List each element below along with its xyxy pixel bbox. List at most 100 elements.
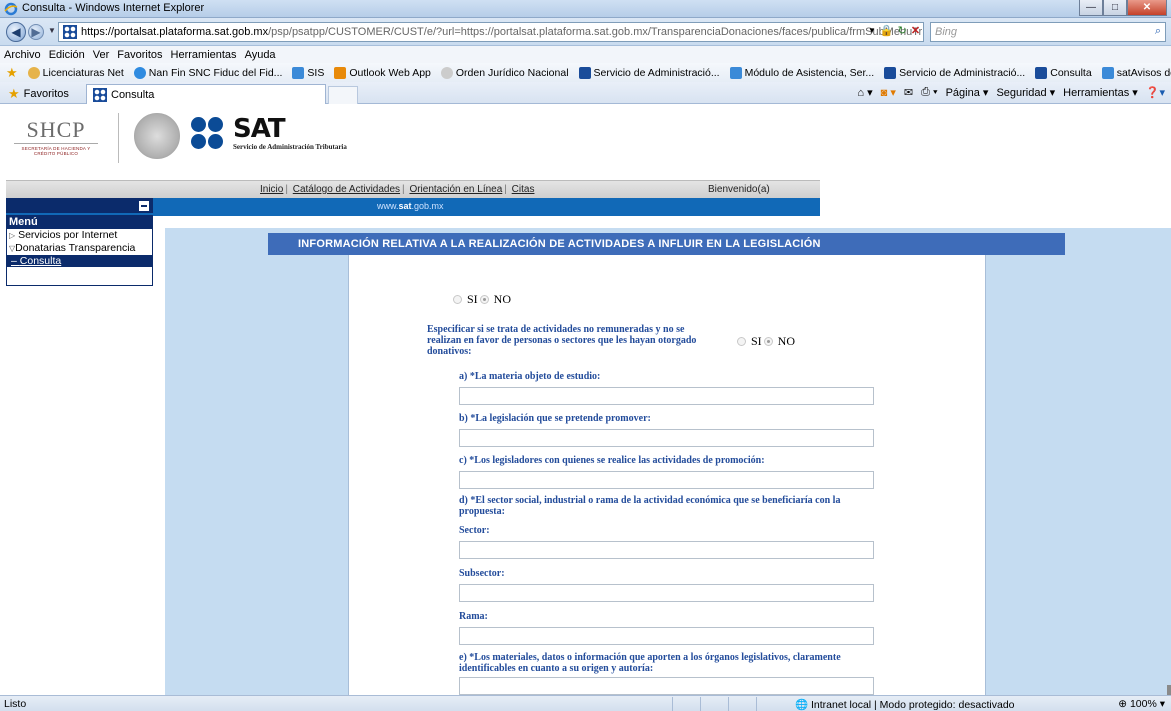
refresh-icon[interactable]: ↻	[898, 24, 907, 37]
collapse-menu-icon[interactable]	[139, 201, 149, 211]
tools-menu[interactable]: Herramientas ▾	[1063, 86, 1138, 99]
favorites-button[interactable]: ★ Favoritos	[8, 86, 69, 102]
nav-inicio[interactable]: Inicio	[260, 184, 283, 195]
radio-no-1[interactable]	[479, 295, 489, 304]
lock-icon[interactable]: 🔒	[880, 24, 894, 37]
favorite-item[interactable]: Servicio de Administració...	[884, 66, 1025, 79]
window-titlebar: Consulta - Windows Internet Explorer — □…	[0, 0, 1171, 18]
tab-consulta[interactable]: Consulta	[86, 84, 326, 104]
menu-collapse-bar	[6, 198, 153, 213]
close-window-button[interactable]: ✕	[1127, 0, 1167, 16]
favorite-item[interactable]: satAvisos de Donación y ...	[1101, 66, 1171, 79]
label-rama: Rama:	[459, 611, 488, 622]
menu-herramientas[interactable]: Herramientas	[171, 49, 237, 61]
sat-favicon-icon	[1035, 66, 1048, 79]
favorite-item[interactable]: Orden Jurídico Nacional	[440, 66, 569, 79]
page-scrollbar[interactable]	[1167, 685, 1171, 695]
search-placeholder: Bing	[935, 26, 958, 38]
security-menu[interactable]: Seguridad ▾	[996, 86, 1055, 99]
section-title: INFORMACIÓN RELATIVA A LA REALIZACIÓN DE…	[268, 233, 1065, 255]
favorite-item[interactable]: Licenciaturas Net	[27, 66, 124, 79]
add-favorite-star-icon[interactable]: ★	[6, 65, 18, 81]
label-legislacion: b) *La legislación que se pretende promo…	[459, 413, 651, 424]
question-unpaid: Especificar si se trata de actividades n…	[427, 324, 697, 357]
label-legisladores: c) *Los legisladores con quienes se real…	[459, 455, 765, 466]
menu-ayuda[interactable]: Ayuda	[245, 49, 276, 61]
site-header: SHCP SECRETARÍA DE HACIENDA Y CRÉDITO PÚ…	[6, 105, 820, 180]
new-tab-button[interactable]	[328, 86, 358, 104]
menu-ver[interactable]: Ver	[93, 49, 110, 61]
nav-catalogo[interactable]: Catálogo de Actividades	[293, 184, 400, 195]
stop-icon[interactable]: ✕	[911, 24, 920, 37]
menu-edicion[interactable]: Edición	[49, 49, 85, 61]
back-button[interactable]: ◀	[6, 22, 26, 42]
feeds-icon[interactable]: ◙ ▾	[881, 86, 896, 99]
legislacion-input[interactable]	[459, 429, 874, 447]
url-host: https://portalsat.plataforma.sat.gob.mx	[81, 26, 269, 38]
help-icon[interactable]: ❓▾	[1146, 86, 1165, 99]
menu-archivo[interactable]: Archivo	[4, 49, 41, 61]
security-zone[interactable]: 🌐 Intranet local | Modo protegido: desac…	[795, 698, 1015, 711]
rama-input[interactable]	[459, 627, 874, 645]
nav-orientacion[interactable]: Orientación en Línea	[409, 184, 502, 195]
sat-favicon-icon	[93, 87, 107, 102]
favorites-bar: ★ Licenciaturas Net Nan Fin SNC Fiduc de…	[0, 63, 1171, 82]
address-bar: ◀ ▶ ▼ https://portalsat.plataforma.sat.g…	[0, 18, 1171, 46]
sat-favicon-icon	[63, 25, 77, 39]
radio-group-2: SI NO	[735, 334, 795, 349]
welcome-text: Bienvenido(a)	[708, 184, 770, 195]
legisladores-input[interactable]	[459, 471, 874, 489]
minimize-button[interactable]: —	[1079, 0, 1103, 16]
url-dropdown-icon[interactable]: ▼	[868, 26, 876, 35]
radio-si-1[interactable]	[453, 295, 462, 304]
zoom-control[interactable]: ⊕ 100% ▾	[1118, 698, 1165, 710]
history-dropdown-icon[interactable]: ▼	[48, 26, 56, 35]
url-input[interactable]: https://portalsat.plataforma.sat.gob.mx /…	[58, 22, 924, 42]
maximize-button[interactable]: □	[1103, 0, 1127, 16]
favorite-item[interactable]: Servicio de Administració...	[578, 66, 720, 79]
favorite-item[interactable]: Consulta	[1035, 66, 1092, 79]
ie-page-icon	[729, 66, 742, 79]
menu-item-donatarias[interactable]: ▽Donatarias Transparencia	[7, 242, 152, 255]
search-icon[interactable]: ⌕	[1155, 25, 1161, 38]
home-icon[interactable]: ⌂ ▾	[857, 86, 872, 99]
mail-icon[interactable]: ✉	[904, 86, 913, 99]
forward-button[interactable]: ▶	[28, 24, 44, 40]
radio-group-1: SI NO	[451, 292, 511, 307]
menu-item-consulta[interactable]: – Consulta	[7, 255, 152, 267]
menu-bar: Archivo Edición Ver Favoritos Herramient…	[0, 46, 1171, 63]
site-nav: Inicio | Catálogo de Actividades | Orienta…	[6, 180, 820, 198]
url-path: /psp/psatpp/CUSTOMER/CUST/e/?url=https:/…	[268, 26, 923, 38]
ie-page-icon	[292, 66, 305, 79]
favorite-icon	[133, 66, 146, 79]
status-divider	[756, 697, 757, 711]
page-menu[interactable]: Página ▾	[946, 86, 989, 99]
materia-input[interactable]	[459, 387, 874, 405]
sat-favicon-icon	[884, 66, 897, 79]
favorite-item[interactable]: SIS	[292, 66, 324, 79]
side-menu: Menú ▷ Servicios por Internet ▽Donataria…	[6, 215, 153, 286]
menu-item-servicios[interactable]: ▷ Servicios por Internet	[7, 229, 152, 242]
status-divider	[728, 697, 729, 711]
favorite-item[interactable]: Módulo de Asistencia, Ser...	[729, 66, 874, 79]
favorite-item[interactable]: Nan Fin SNC Fiduc del Fid...	[133, 66, 282, 79]
sat-favicon-icon	[578, 66, 591, 79]
form-panel: SI NO Especificar si se trata de activid…	[348, 255, 986, 695]
radio-no-2[interactable]	[763, 337, 773, 346]
print-icon[interactable]: ⎙ ▾	[921, 86, 937, 99]
label-materia: a) *La materia objeto de estudio:	[459, 371, 601, 382]
logo-divider	[118, 113, 119, 163]
search-input[interactable]: Bing ⌕	[930, 22, 1166, 42]
favorite-item[interactable]: Outlook Web App	[334, 66, 431, 79]
ie-logo-icon	[4, 2, 18, 16]
label-sector: Sector:	[459, 525, 490, 536]
label-sector-question: d) *El sector social, industrial o rama …	[459, 495, 841, 517]
radio-si-2[interactable]	[737, 337, 746, 346]
menu-favoritos[interactable]: Favoritos	[117, 49, 162, 61]
subsector-input[interactable]	[459, 584, 874, 602]
ie-page-icon	[1101, 66, 1114, 79]
window-title: Consulta - Windows Internet Explorer	[22, 2, 205, 14]
materiales-input[interactable]	[459, 677, 874, 695]
sector-input[interactable]	[459, 541, 874, 559]
nav-citas[interactable]: Citas	[512, 184, 535, 195]
